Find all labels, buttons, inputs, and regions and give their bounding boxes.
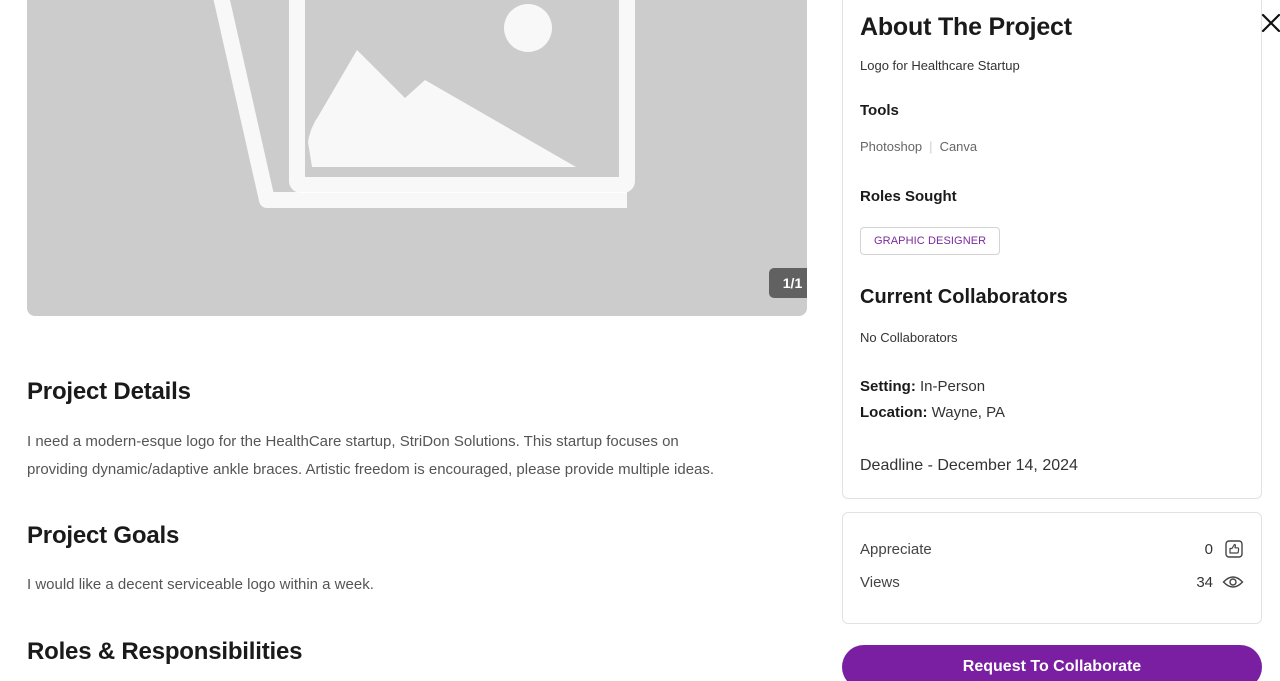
tool-canva: Canva (939, 139, 978, 154)
project-details-text-line1: I need a modern-esque logo for the Healt… (27, 433, 679, 450)
appreciate-icon[interactable] (1224, 539, 1244, 559)
location-label: Location: (860, 404, 928, 421)
location-row: Location: Wayne, PA (860, 404, 1005, 421)
setting-label: Setting: (860, 378, 916, 395)
location-value: Wayne, PA (931, 404, 1006, 421)
stats-card (842, 512, 1262, 624)
project-image-gallery[interactable]: 1/1 (27, 0, 807, 316)
current-collaborators-title: Current Collaborators (860, 286, 1068, 308)
project-details-text-line2: providing dynamic/adaptive ankle braces.… (27, 461, 715, 478)
collaborators-value: No Collaborators (860, 330, 958, 345)
roles-responsibilities-title: Roles & Responsibilities (27, 638, 303, 665)
deadline-text: Deadline - December 14, 2024 (860, 457, 1078, 474)
setting-value: In-Person (920, 378, 986, 395)
project-page: 1/1 Project Details I need a modern-esqu… (0, 0, 1280, 681)
roles-sought-label: Roles Sought (860, 188, 957, 205)
role-chip-graphic-designer[interactable]: GRAPHIC DESIGNER (860, 227, 1001, 255)
image-placeholder-icon (213, 0, 635, 208)
views-count: 34 (1196, 574, 1213, 591)
close-icon[interactable] (1261, 12, 1280, 34)
tools-label: Tools (860, 102, 899, 119)
about-project-subtitle: Logo for Healthcare Startup (860, 58, 1020, 73)
appreciate-count: 0 (1204, 541, 1213, 558)
tool-photoshop: Photoshop (860, 139, 923, 154)
tools-list: Photoshop | Canva (860, 139, 977, 154)
project-goals-title: Project Goals (27, 522, 180, 549)
eye-icon (1222, 576, 1244, 588)
project-goals-text: I would like a decent serviceable logo w… (27, 576, 374, 593)
about-project-title: About The Project (860, 13, 1072, 41)
tools-separator: | (929, 139, 933, 154)
views-label: Views (860, 574, 900, 591)
appreciate-label: Appreciate (860, 541, 932, 558)
project-details-title: Project Details (27, 378, 191, 405)
setting-row: Setting: In-Person (860, 378, 985, 395)
image-counter: 1/1 (769, 268, 807, 298)
request-to-collaborate-button[interactable]: Request To Collaborate (842, 645, 1262, 681)
